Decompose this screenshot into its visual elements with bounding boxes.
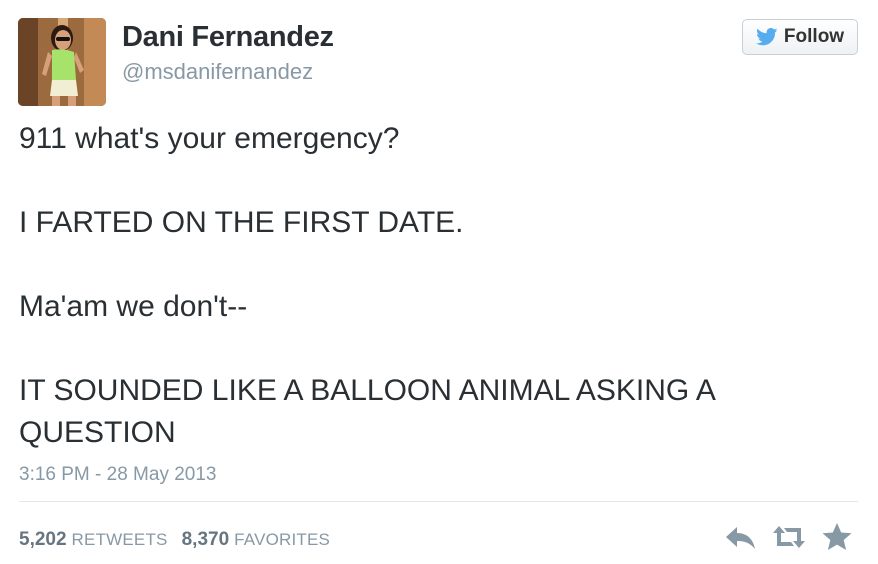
tweet-timestamp[interactable]: 3:16 PM - 28 May 2013 bbox=[19, 464, 217, 486]
favorites-count: 8,370 bbox=[181, 529, 230, 550]
follow-button[interactable]: Follow bbox=[742, 19, 858, 55]
retweets-label: RETWEETS bbox=[71, 530, 168, 549]
reply-icon[interactable] bbox=[724, 522, 758, 552]
tweet-line: 911 what's your emergency? bbox=[19, 122, 400, 155]
tweet-text: 911 what's your emergency? I FARTED ON T… bbox=[19, 118, 849, 454]
twitter-bird-icon bbox=[756, 28, 778, 46]
tweet-stats: 5,202 RETWEETS 8,370 FAVORITES bbox=[19, 529, 344, 551]
tweet-card: Dani Fernandez @msdanifernandez Follow 9… bbox=[0, 0, 878, 564]
retweets-count: 5,202 bbox=[19, 529, 67, 550]
favorites-label: FAVORITES bbox=[234, 530, 331, 549]
tweet-actions bbox=[724, 522, 854, 552]
avatar[interactable] bbox=[18, 18, 106, 106]
avatar-photo bbox=[18, 18, 106, 106]
follow-button-label: Follow bbox=[783, 26, 845, 47]
user-handle[interactable]: @msdanifernandez bbox=[122, 59, 313, 85]
retweets-stat[interactable]: 5,202 RETWEETS bbox=[19, 529, 182, 551]
divider bbox=[19, 501, 858, 502]
tweet-line: IT SOUNDED LIKE A BALLOON ANIMAL ASKING … bbox=[19, 374, 715, 449]
retweet-icon[interactable] bbox=[772, 522, 806, 552]
user-display-name[interactable]: Dani Fernandez bbox=[122, 21, 334, 54]
tweet-line: Ma'am we don't-- bbox=[19, 290, 248, 323]
tweet-line: I FARTED ON THE FIRST DATE. bbox=[19, 206, 464, 239]
favorites-stat[interactable]: 8,370 FAVORITES bbox=[182, 529, 345, 551]
favorite-star-icon[interactable] bbox=[820, 522, 854, 552]
